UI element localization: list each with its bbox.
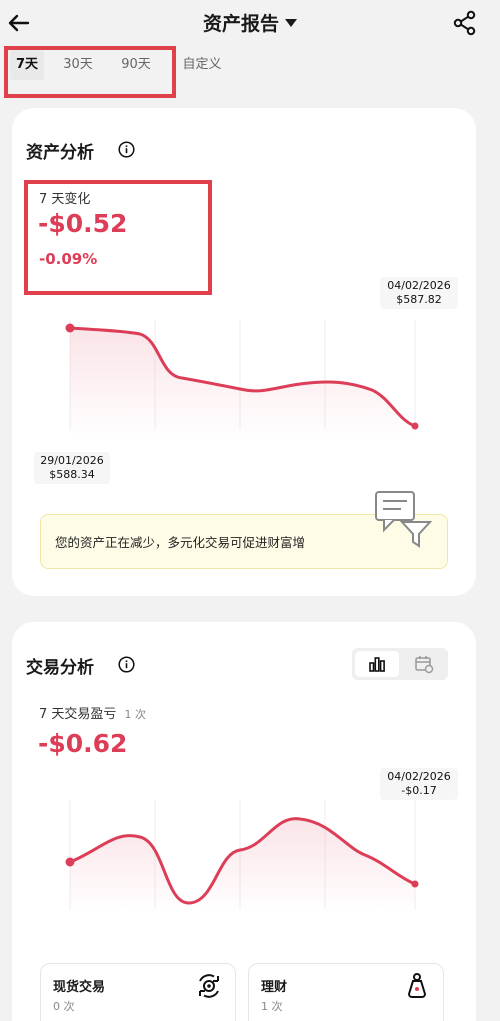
- wealth-card[interactable]: 理财 1 次: [248, 963, 444, 1021]
- wealth-name: 理财: [261, 980, 288, 995]
- target-icon: [199, 974, 219, 998]
- asset-line-chart: [65, 320, 419, 440]
- tab-custom[interactable]: 自定义: [176, 50, 228, 80]
- asset-start-date: 29/01/2026: [40, 454, 104, 467]
- top-bar: 资产报告: [0, 0, 500, 46]
- trade-line-chart: [65, 800, 419, 913]
- asset-end-point: [411, 422, 419, 430]
- trade-pnl-count: 1 次: [124, 708, 147, 721]
- trade-section-title: 交易分析: [26, 658, 94, 678]
- trade-pnl-value: -$0.62: [38, 729, 128, 758]
- asset-start-tooltip: 29/01/2026 $588.34: [34, 452, 110, 484]
- spot-trade-name: 现货交易: [53, 980, 106, 995]
- page-title[interactable]: 资产报告: [0, 9, 500, 36]
- calendar-icon[interactable]: [414, 654, 434, 674]
- trade-start-point: [65, 857, 75, 867]
- tab-90d[interactable]: 90天: [114, 50, 158, 80]
- bar-chart-icon: [369, 657, 385, 672]
- spot-trade-card[interactable]: 现货交易 0 次: [40, 963, 236, 1021]
- change-label: 7 天变化: [39, 192, 91, 207]
- asset-end-date: 04/02/2026: [387, 279, 451, 292]
- asset-start-value: $588.34: [49, 468, 95, 481]
- page-title-text: 资产报告: [202, 13, 279, 35]
- wealth-count: 1 次: [261, 1000, 283, 1013]
- chat-filter-icon: [375, 491, 433, 548]
- info-icon[interactable]: [118, 141, 135, 158]
- change-percent: -0.09%: [39, 250, 98, 268]
- wealth-bag-icon: [407, 973, 427, 998]
- asset-start-point: [65, 323, 75, 333]
- share-icon[interactable]: [452, 10, 478, 36]
- trade-pnl-label-text: 7 天交易盈亏: [39, 707, 117, 722]
- asset-area-fill: [70, 328, 415, 440]
- trade-end-point: [411, 880, 419, 888]
- asset-section-title: 资产分析: [26, 143, 94, 163]
- spot-trade-count: 0 次: [53, 1000, 75, 1013]
- change-value: -$0.52: [38, 209, 128, 238]
- trade-end-date: 04/02/2026: [387, 770, 451, 783]
- tab-7d[interactable]: 7天: [10, 50, 44, 80]
- bar-view-button[interactable]: [355, 651, 399, 677]
- caret-down-icon: [285, 19, 297, 27]
- info-icon[interactable]: [118, 656, 135, 673]
- trade-pnl-label: 7 天交易盈亏 1 次: [39, 703, 146, 722]
- chart-view-toggle: [352, 648, 448, 680]
- tab-30d[interactable]: 30天: [56, 50, 100, 80]
- trade-area-fill: [70, 818, 415, 913]
